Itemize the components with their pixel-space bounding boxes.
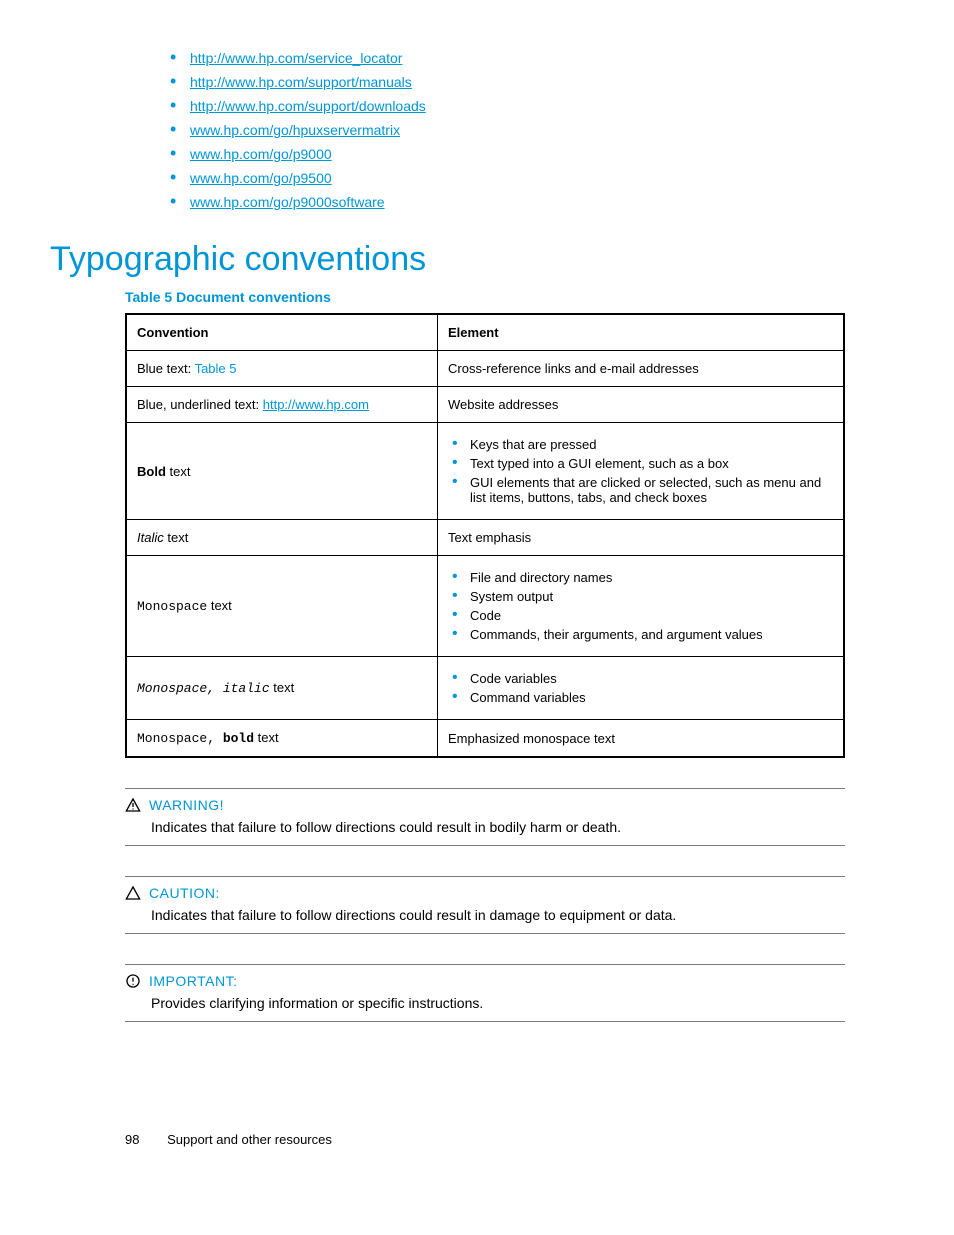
table-cell: Emphasized monospace text	[438, 720, 845, 758]
list-item: www.hp.com/go/p9000	[170, 146, 844, 162]
table-cell: File and directory names System output C…	[438, 556, 845, 657]
website-link[interactable]: http://www.hp.com	[263, 397, 369, 412]
notice-body: Indicates that failure to follow directi…	[151, 819, 845, 835]
cross-ref-link[interactable]: Table 5	[195, 361, 237, 376]
text: Blue, underlined text:	[137, 397, 263, 412]
list-item: Code variables	[452, 671, 833, 686]
list-item: Commands, their arguments, and argument …	[452, 627, 833, 642]
cell-list: Code variables Command variables	[448, 671, 833, 705]
text: text	[270, 680, 295, 695]
text: text	[164, 530, 189, 545]
text: bold	[223, 731, 254, 746]
warning-notice: WARNING! Indicates that failure to follo…	[125, 788, 845, 846]
link[interactable]: http://www.hp.com/service_locator	[190, 50, 402, 66]
notice-label: WARNING!	[149, 797, 224, 813]
text: Blue text:	[137, 361, 195, 376]
document-conventions-table: Convention Element Blue text: Table 5 Cr…	[125, 313, 845, 758]
table-cell: Italic text	[126, 520, 438, 556]
table-header: Element	[438, 314, 845, 351]
section-heading: Typographic conventions	[50, 240, 844, 279]
table-cell: Bold text	[126, 423, 438, 520]
table-cell: Website addresses	[438, 387, 845, 423]
list-item: http://www.hp.com/support/downloads	[170, 98, 844, 114]
cell-list: File and directory names System output C…	[448, 570, 833, 642]
list-item: Command variables	[452, 690, 833, 705]
table-cell: Monospace text	[126, 556, 438, 657]
list-item: File and directory names	[452, 570, 833, 585]
text: text	[207, 598, 232, 613]
text: text	[254, 730, 279, 745]
table-cell: Monospace, italic text	[126, 657, 438, 720]
list-item: www.hp.com/go/p9500	[170, 170, 844, 186]
link[interactable]: http://www.hp.com/support/downloads	[190, 98, 426, 114]
list-item: www.hp.com/go/p9000software	[170, 194, 844, 210]
text: Monospace,	[137, 731, 223, 746]
link[interactable]: http://www.hp.com/support/manuals	[190, 74, 412, 90]
notice-label: CAUTION:	[149, 885, 220, 901]
footer-section: Support and other resources	[167, 1132, 332, 1147]
link[interactable]: www.hp.com/go/hpuxservermatrix	[190, 122, 400, 138]
link[interactable]: www.hp.com/go/p9500	[190, 170, 332, 186]
text: Italic	[137, 530, 164, 545]
cell-list: Keys that are pressed Text typed into a …	[448, 437, 833, 505]
table-row: Blue, underlined text: http://www.hp.com…	[126, 387, 844, 423]
page-footer: 98 Support and other resources	[125, 1132, 844, 1147]
caution-icon	[125, 885, 141, 901]
page-number: 98	[125, 1132, 139, 1147]
important-icon	[125, 973, 141, 989]
table-row: Italic text Text emphasis	[126, 520, 844, 556]
notice-body: Indicates that failure to follow directi…	[151, 907, 845, 923]
table-header: Convention	[126, 314, 438, 351]
table-row: Blue text: Table 5 Cross-reference links…	[126, 351, 844, 387]
divider	[125, 933, 845, 934]
table-row: Monospace, italic text Code variables Co…	[126, 657, 844, 720]
list-item: http://www.hp.com/support/manuals	[170, 74, 844, 90]
important-notice: IMPORTANT: Provides clarifying informati…	[125, 964, 845, 1022]
table-row: Monospace text File and directory names …	[126, 556, 844, 657]
text: Monospace, italic	[137, 681, 270, 696]
link[interactable]: www.hp.com/go/p9000	[190, 146, 332, 162]
list-item: GUI elements that are clicked or selecte…	[452, 475, 833, 505]
list-item: www.hp.com/go/hpuxservermatrix	[170, 122, 844, 138]
divider	[125, 845, 845, 846]
caution-notice: CAUTION: Indicates that failure to follo…	[125, 876, 845, 934]
text: text	[166, 464, 191, 479]
table-cell: Monospace, bold text	[126, 720, 438, 758]
link[interactable]: www.hp.com/go/p9000software	[190, 194, 385, 210]
top-links-list: http://www.hp.com/service_locator http:/…	[50, 50, 844, 210]
table-cell: Keys that are pressed Text typed into a …	[438, 423, 845, 520]
table-row: Monospace, bold text Emphasized monospac…	[126, 720, 844, 758]
table-cell: Code variables Command variables	[438, 657, 845, 720]
list-item: http://www.hp.com/service_locator	[170, 50, 844, 66]
table-caption: Table 5 Document conventions	[125, 289, 844, 305]
notice-label: IMPORTANT:	[149, 973, 238, 989]
table-cell: Cross-reference links and e-mail address…	[438, 351, 845, 387]
table-cell: Blue text: Table 5	[126, 351, 438, 387]
list-item: Code	[452, 608, 833, 623]
list-item: Text typed into a GUI element, such as a…	[452, 456, 833, 471]
text: Bold	[137, 464, 166, 479]
divider	[125, 876, 845, 877]
list-item: Keys that are pressed	[452, 437, 833, 452]
table-cell: Blue, underlined text: http://www.hp.com	[126, 387, 438, 423]
warning-icon	[125, 797, 141, 813]
table-cell: Text emphasis	[438, 520, 845, 556]
notice-body: Provides clarifying information or speci…	[151, 995, 845, 1011]
table-row: Bold text Keys that are pressed Text typ…	[126, 423, 844, 520]
list-item: System output	[452, 589, 833, 604]
divider	[125, 1021, 845, 1022]
text: Monospace	[137, 599, 207, 614]
divider	[125, 788, 845, 789]
divider	[125, 964, 845, 965]
